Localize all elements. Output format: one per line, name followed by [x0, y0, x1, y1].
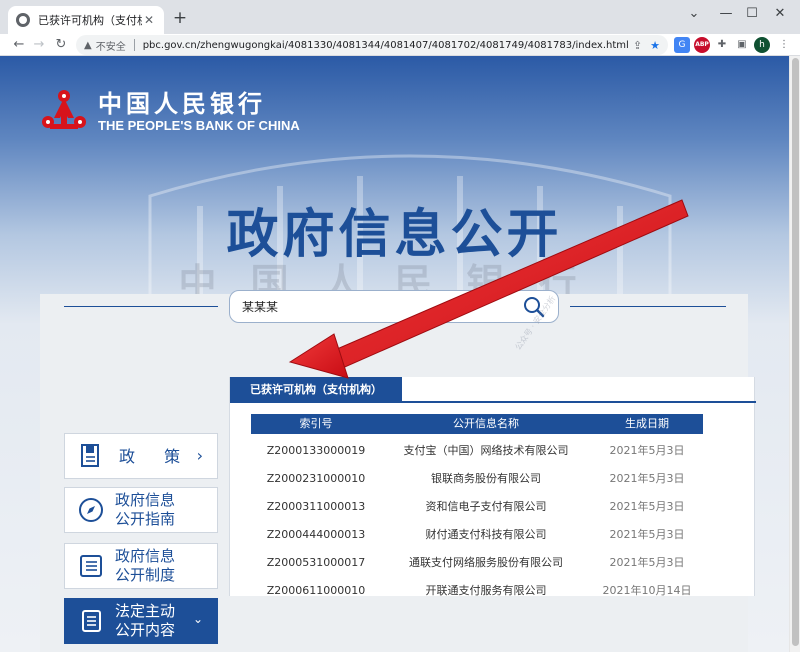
table-row[interactable]: Z2000231000010 银联商务股份有限公司 2021年5月3日	[251, 465, 703, 493]
tab-close-icon[interactable]: ✕	[142, 13, 156, 27]
warning-icon: ▲	[84, 39, 92, 51]
tab-search-icon[interactable]: ⌄	[684, 6, 704, 21]
adblock-icon[interactable]: ABP	[694, 37, 710, 53]
record-title-link[interactable]: 支付宝（中国）网络技术有限公司	[381, 437, 591, 465]
logo-english-name: THE PEOPLE'S BANK OF CHINA	[98, 118, 300, 133]
chevron-down-icon: ⌄	[192, 612, 203, 626]
column-header-index: 索引号	[299, 417, 333, 430]
security-label[interactable]: 不安全	[96, 38, 126, 53]
document-icon	[81, 444, 99, 467]
table-row[interactable]: Z2000531000017 通联支付网络服务股份有限公司 2021年5月3日	[251, 549, 703, 577]
sidebar-item-mandatory-disclosure[interactable]: 法定主动 公开内容 ⌄	[64, 598, 218, 644]
browser-tab-bar: 已获许可机构（支付机构） ✕ + ⌄ — ☐ ✕	[0, 0, 800, 34]
side-panel-icon[interactable]: ▣	[734, 37, 750, 53]
list-document-icon	[80, 555, 102, 577]
sidebar-item-guide[interactable]: 政府信息 公开指南	[64, 487, 218, 533]
logo-chinese-name: 中国人民银行	[98, 89, 266, 118]
index-number: Z2000133000019	[266, 444, 366, 457]
browser-toolbar: ← → ↻ ▲ 不安全 pbc.gov.cn/zhengwugongkai/40…	[0, 34, 800, 56]
record-title-link[interactable]: 银联商务股份有限公司	[381, 465, 591, 493]
table-header: 索引号 公开信息名称 生成日期	[251, 414, 703, 434]
reload-icon[interactable]: ↻	[52, 35, 70, 55]
sidebar-item-label: 法定主动 公开内容	[115, 602, 176, 639]
maximize-button[interactable]: ☐	[742, 6, 762, 21]
globe-icon	[16, 13, 30, 27]
record-title-link[interactable]: 财付通支付科技有限公司	[381, 521, 591, 549]
record-title-link[interactable]: 资和信电子支付有限公司	[381, 493, 591, 521]
search-input[interactable]: 某某某	[229, 290, 559, 323]
index-number: Z2000444000013	[266, 528, 366, 541]
index-number: Z2000231000010	[266, 472, 366, 485]
close-window-button[interactable]: ✕	[770, 6, 790, 21]
tab-licensed-payment-institutions[interactable]: 已获许可机构（支付机构）	[230, 377, 402, 403]
results-panel: 已获许可机构（支付机构） 索引号 公开信息名称 生成日期 Z2000133000…	[229, 377, 756, 597]
forward-arrow-icon[interactable]: →	[30, 35, 48, 55]
table-row[interactable]: Z2000311000013 资和信电子支付有限公司 2021年5月3日	[251, 493, 703, 521]
compass-icon	[79, 498, 103, 522]
index-number: Z2000531000017	[266, 556, 366, 569]
record-date: 2021年5月3日	[609, 500, 685, 513]
column-header-date: 生成日期	[625, 417, 669, 430]
scrollbar-thumb[interactable]	[792, 58, 799, 646]
index-number: Z2000611000010	[266, 584, 366, 597]
results-header: 已获许可机构（支付机构）	[230, 377, 756, 403]
record-title-link[interactable]: 开联通支付服务有限公司	[381, 577, 591, 605]
sidebar-item-system[interactable]: 政府信息 公开制度	[64, 543, 218, 589]
profile-avatar[interactable]: h	[754, 37, 770, 53]
share-icon[interactable]: ⇪	[633, 39, 642, 52]
record-date: 2021年5月3日	[609, 528, 685, 541]
chevron-right-icon: ›	[196, 446, 203, 465]
pbc-emblem-icon	[42, 90, 86, 129]
minimize-button[interactable]: —	[716, 6, 736, 21]
browser-tab[interactable]: 已获许可机构（支付机构） ✕	[8, 6, 164, 34]
bookmark-star-icon[interactable]: ★	[650, 39, 660, 52]
address-bar[interactable]: ▲ 不安全 pbc.gov.cn/zhengwugongkai/4081330/…	[76, 35, 668, 55]
address-divider	[133, 39, 135, 51]
sidebar-item-label: 政府信息 公开指南	[115, 491, 176, 528]
sidebar-item-label: 政 策	[119, 446, 193, 466]
browser-menu-icon[interactable]: ⋮	[776, 37, 792, 53]
record-title-link[interactable]: 通联支付网络服务股份有限公司	[381, 549, 591, 577]
column-header-name: 公开信息名称	[453, 417, 519, 430]
sidebar-item-policy[interactable]: 政 策 ›	[64, 433, 218, 479]
new-tab-button[interactable]: +	[170, 9, 190, 29]
search-divider-left	[64, 306, 218, 307]
files-icon	[82, 610, 101, 632]
url-text[interactable]: pbc.gov.cn/zhengwugongkai/4081330/408134…	[143, 40, 633, 51]
record-date: 2021年10月14日	[602, 584, 692, 597]
table-row[interactable]: Z2000611000010 开联通支付服务有限公司 2021年10月14日	[251, 577, 703, 605]
index-number: Z2000311000013	[266, 500, 366, 513]
record-date: 2021年5月3日	[609, 472, 685, 485]
extensions-puzzle-icon[interactable]: ✚	[714, 37, 730, 53]
record-date: 2021年5月3日	[609, 444, 685, 457]
record-date: 2021年5月3日	[609, 556, 685, 569]
pbc-logo[interactable]: 中国人民银行 THE PEOPLE'S BANK OF CHINA	[40, 84, 340, 140]
page-scrollbar[interactable]	[789, 56, 800, 652]
table-row[interactable]: Z2000444000013 财付通支付科技有限公司 2021年5月3日	[251, 521, 703, 549]
table-row[interactable]: Z2000133000019 支付宝（中国）网络技术有限公司 2021年5月3日	[251, 437, 703, 465]
back-arrow-icon[interactable]: ←	[10, 35, 28, 55]
sidebar-item-label: 政府信息 公开制度	[115, 547, 176, 584]
translate-icon[interactable]: G	[674, 37, 690, 53]
tab-title: 已获许可机构（支付机构）	[38, 14, 142, 27]
search-input-value[interactable]: 某某某	[242, 298, 522, 315]
